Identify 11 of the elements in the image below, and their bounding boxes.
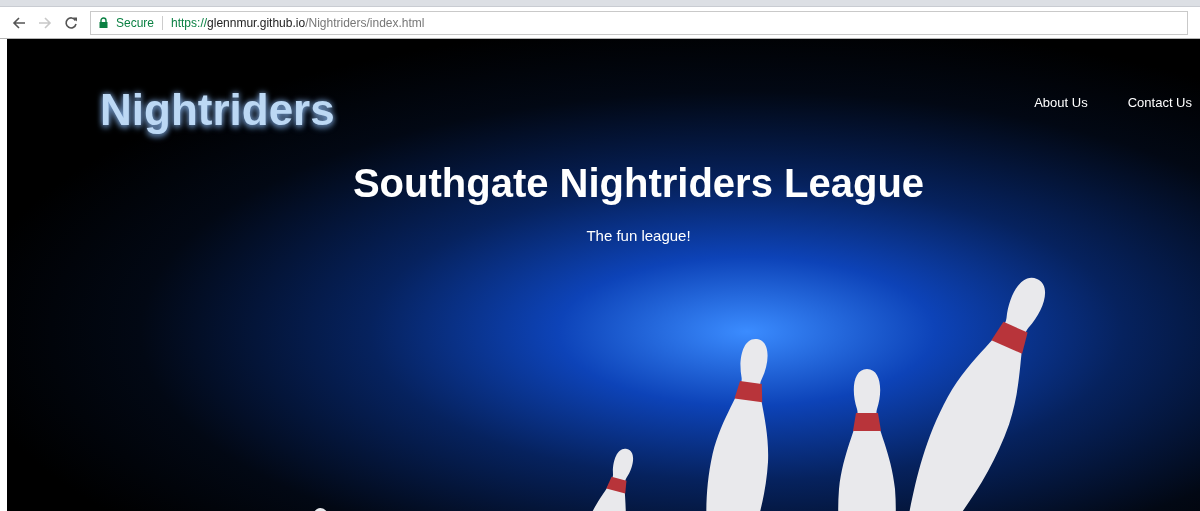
- nav-link[interactable]: Contact Us: [1127, 93, 1192, 113]
- lock-icon: [99, 17, 108, 28]
- reload-icon[interactable]: [64, 15, 78, 30]
- back-icon[interactable]: [12, 15, 26, 30]
- site-logo[interactable]: Nightriders: [100, 77, 335, 143]
- url-text: https://glennmur.github.io/Nightriders/index.html: [171, 14, 425, 32]
- address-bar[interactable]: Secure https://glennmur.github.io/Nightriders/index.html: [90, 10, 1188, 35]
- nav-link[interactable]: About Us: [1034, 93, 1088, 113]
- tagline: The fun league!: [585, 226, 692, 246]
- page-heading: Southgate Nightriders League: [351, 160, 926, 207]
- secure-label: Secure: [116, 14, 155, 32]
